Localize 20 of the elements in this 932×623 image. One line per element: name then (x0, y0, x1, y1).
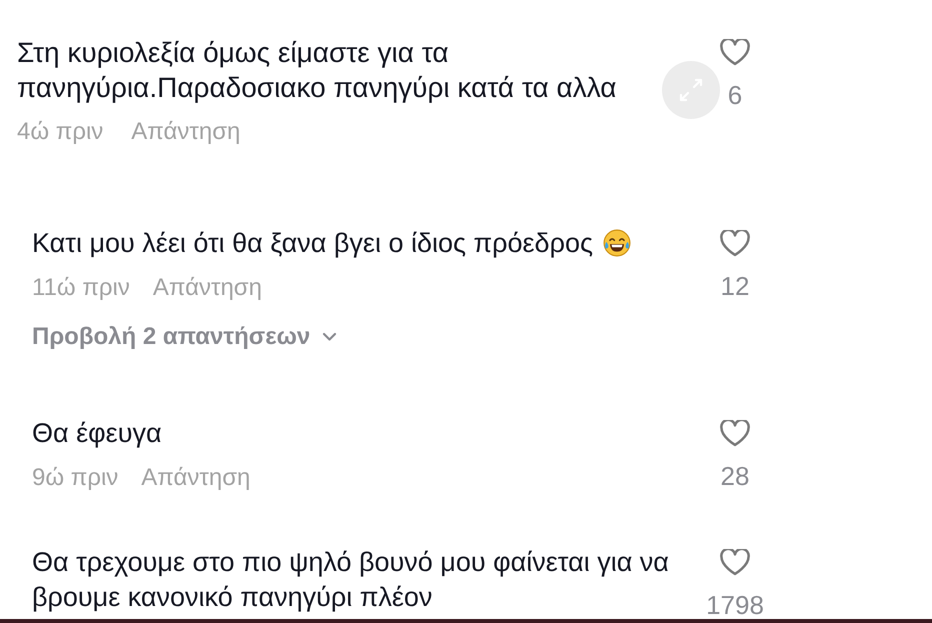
like-count: 28 (720, 462, 750, 490)
reply-link[interactable]: Απάντηση (131, 119, 240, 145)
reply-link[interactable]: Απάντηση (152, 275, 262, 301)
like-count: 1798 (706, 591, 764, 619)
view-replies-link[interactable]: Προβολή 2 απαντήσεων (32, 323, 338, 351)
comment-text: Στη κυριολεξία όμως είμαστε για τα πανηγύρια.Παραδοσιακο πανηγύρι κατά τα αλλα (17, 37, 616, 103)
comment-text: Κατι μου λέει ότι θα ξανα βγει ο ίδιος πρόεδρος (32, 228, 593, 258)
comment-text: Θα τρεχουμε στο πιο ψηλό βουνό μου φαίνεται για να βρουμε κανονικό πανηγύρι πλέον (32, 547, 669, 612)
like-count: 12 (720, 272, 750, 300)
reply-link[interactable]: Απάντηση (141, 465, 250, 491)
heart-icon[interactable] (720, 39, 750, 66)
like-count: 6 (728, 81, 742, 109)
comment-time: 11ώ πριν (32, 275, 130, 301)
heart-icon[interactable] (720, 549, 750, 576)
heart-icon[interactable] (720, 230, 750, 257)
heart-icon[interactable] (720, 420, 750, 447)
comment-time: 4ώ πριν (17, 119, 104, 145)
comment-text: Θα έφευγα (32, 418, 162, 448)
comment-time: 9ώ πριν (32, 465, 118, 491)
chevron-down-icon (322, 332, 338, 342)
